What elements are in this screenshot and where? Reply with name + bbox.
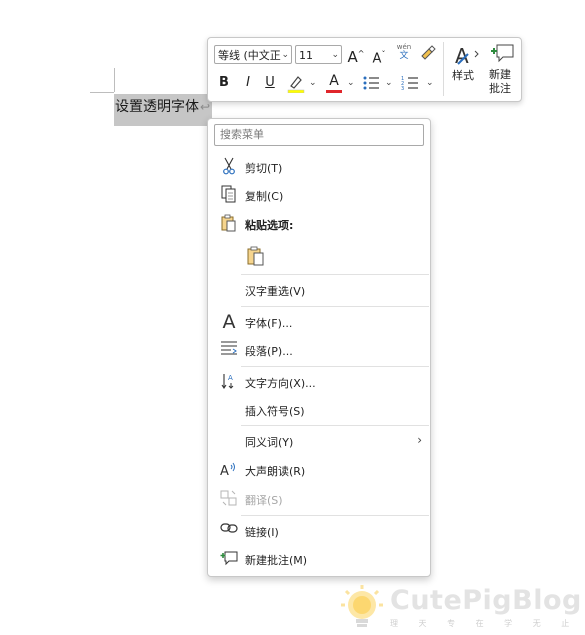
chevron-down-icon[interactable]: ⌄ — [347, 78, 355, 88]
menu-item-font[interactable]: A 字体(F)... — [208, 308, 430, 336]
paragraph-icon — [220, 340, 238, 360]
styles-label[interactable]: 样式 — [448, 69, 478, 83]
font-name-value: 等线 (中文正 — [218, 49, 281, 62]
menu-item-label: 新建批注(M) — [245, 554, 308, 567]
font-icon: A — [222, 311, 236, 333]
underline-button[interactable]: U — [263, 74, 277, 92]
menu-divider — [241, 274, 429, 275]
menu-divider — [241, 515, 429, 516]
chevron-right-icon: › — [417, 433, 422, 447]
svg-text:3: 3 — [401, 86, 404, 92]
menu-item-label: 字体(F)... — [245, 317, 293, 330]
grow-font-icon[interactable]: A^ — [347, 45, 365, 66]
chevron-down-icon[interactable]: ⌄ — [309, 78, 317, 88]
menu-item-paragraph[interactable]: 段落(P)... — [208, 336, 430, 364]
context-menu: 搜索菜单 剪切(T) 复制(C) 粘贴选项: 汉字重选(V) A 字体(F)..… — [207, 118, 431, 577]
menu-item-reconvert[interactable]: 汉字重选(V) — [208, 276, 430, 304]
menu-item-paste-options: 粘贴选项: — [208, 210, 430, 238]
menu-item-label: 链接(I) — [245, 526, 279, 539]
copy-icon — [220, 185, 238, 205]
font-size-value: 11 — [299, 49, 313, 62]
chevron-down-icon: ⌄ — [281, 50, 289, 60]
menu-item-label: 剪切(T) — [245, 162, 283, 175]
font-color-swatch — [326, 90, 342, 93]
page-margin-corner-vertical — [114, 68, 115, 92]
lightbulb-logo-icon — [341, 585, 383, 627]
menu-item-label: 大声朗读(R) — [245, 465, 306, 478]
menu-item-label: 汉字重选(V) — [245, 285, 306, 298]
new-comment-icon — [220, 549, 238, 569]
read-aloud-icon: A — [220, 460, 238, 480]
chevron-down-icon[interactable]: ⌄ — [426, 78, 434, 88]
clipboard-icon — [220, 214, 238, 234]
menu-item-label: 粘贴选项: — [245, 219, 294, 232]
watermark-brand: CutePigBlog — [390, 585, 582, 616]
watermark: CutePigBlog 理 天 专 在 学 无 止 境 — [338, 583, 585, 633]
link-icon — [220, 521, 238, 541]
menu-item-insert-symbol[interactable]: 插入符号(S) — [208, 396, 430, 424]
new-comment-icon[interactable] — [488, 42, 516, 66]
menu-item-label: 翻译(S) — [245, 494, 283, 507]
font-size-dropdown[interactable]: 11 ⌄ — [295, 45, 342, 64]
watermark-tagline: 理 天 专 在 学 无 止 境 — [390, 619, 585, 628]
italic-button[interactable]: I — [241, 74, 255, 92]
paste-icon — [247, 246, 264, 266]
menu-divider — [241, 366, 429, 367]
highlighter-icon — [287, 76, 305, 94]
paste-keep-source-formatting-button[interactable] — [246, 245, 266, 267]
menu-item-label: 文字方向(X)... — [245, 377, 316, 390]
menu-item-cut[interactable]: 剪切(T) — [208, 153, 430, 181]
chevron-down-icon[interactable]: ⌄ — [385, 78, 393, 88]
bullets-icon[interactable] — [361, 74, 381, 94]
phonetic-guide-bottom: 文 — [399, 51, 409, 61]
mini-toolbar: 等线 (中文正 ⌄ 11 ⌄ A^ Aˇ wén 文 B I U ⌄ A ⌄ ⌄… — [207, 37, 522, 102]
scissors-icon — [220, 157, 238, 177]
menu-item-link[interactable]: 链接(I) — [208, 517, 430, 545]
menu-divider — [241, 425, 429, 426]
bold-button[interactable]: B — [217, 74, 231, 92]
shrink-font-icon[interactable]: Aˇ — [370, 46, 388, 68]
selected-text[interactable]: 设置透明字体 — [115, 99, 199, 115]
toolbar-divider — [443, 42, 444, 96]
phonetic-guide-top: wén — [396, 43, 412, 51]
menu-item-label: 插入符号(S) — [245, 405, 305, 418]
format-painter-icon[interactable] — [418, 44, 438, 67]
paragraph-mark: ↩ — [200, 100, 211, 114]
menu-item-read-aloud[interactable]: A 大声朗读(R) — [208, 456, 430, 484]
menu-item-translate: 翻译(S) — [208, 485, 430, 513]
font-color-button[interactable]: A — [325, 73, 343, 95]
page-margin-corner-horizontal — [90, 92, 114, 93]
svg-text:A: A — [228, 374, 233, 382]
search-menu-input[interactable]: 搜索菜单 — [214, 124, 424, 146]
numbering-icon[interactable]: 123 — [400, 74, 420, 94]
menu-item-label: 段落(P)... — [245, 345, 293, 358]
font-color-icon: A — [329, 73, 339, 89]
translate-icon — [220, 489, 238, 509]
svg-text:A: A — [220, 464, 229, 478]
new-comment-label-line2: 批注 — [489, 82, 511, 95]
chevron-down-icon: ⌄ — [331, 50, 339, 60]
new-comment-label-line1: 新建 — [489, 68, 511, 81]
styles-icon[interactable]: A — [451, 42, 481, 70]
menu-item-synonyms[interactable]: 同义词(Y) › — [208, 427, 430, 455]
menu-item-new-comment[interactable]: 新建批注(M) — [208, 545, 430, 573]
selected-document-text[interactable]: 设置透明字体↩ — [115, 96, 210, 116]
menu-divider — [241, 306, 429, 307]
menu-item-label: 复制(C) — [245, 190, 284, 203]
font-name-dropdown[interactable]: 等线 (中文正 ⌄ — [214, 45, 292, 64]
phonetic-guide-icon[interactable]: wén 文 — [394, 43, 414, 67]
menu-item-copy[interactable]: 复制(C) — [208, 181, 430, 209]
text-direction-icon: A — [220, 372, 238, 392]
new-comment-label[interactable]: 新建 批注 — [485, 68, 515, 96]
menu-item-label: 同义词(Y) — [245, 436, 294, 449]
menu-item-text-direction[interactable]: A 文字方向(X)... — [208, 368, 430, 396]
highlight-button[interactable] — [286, 73, 306, 95]
